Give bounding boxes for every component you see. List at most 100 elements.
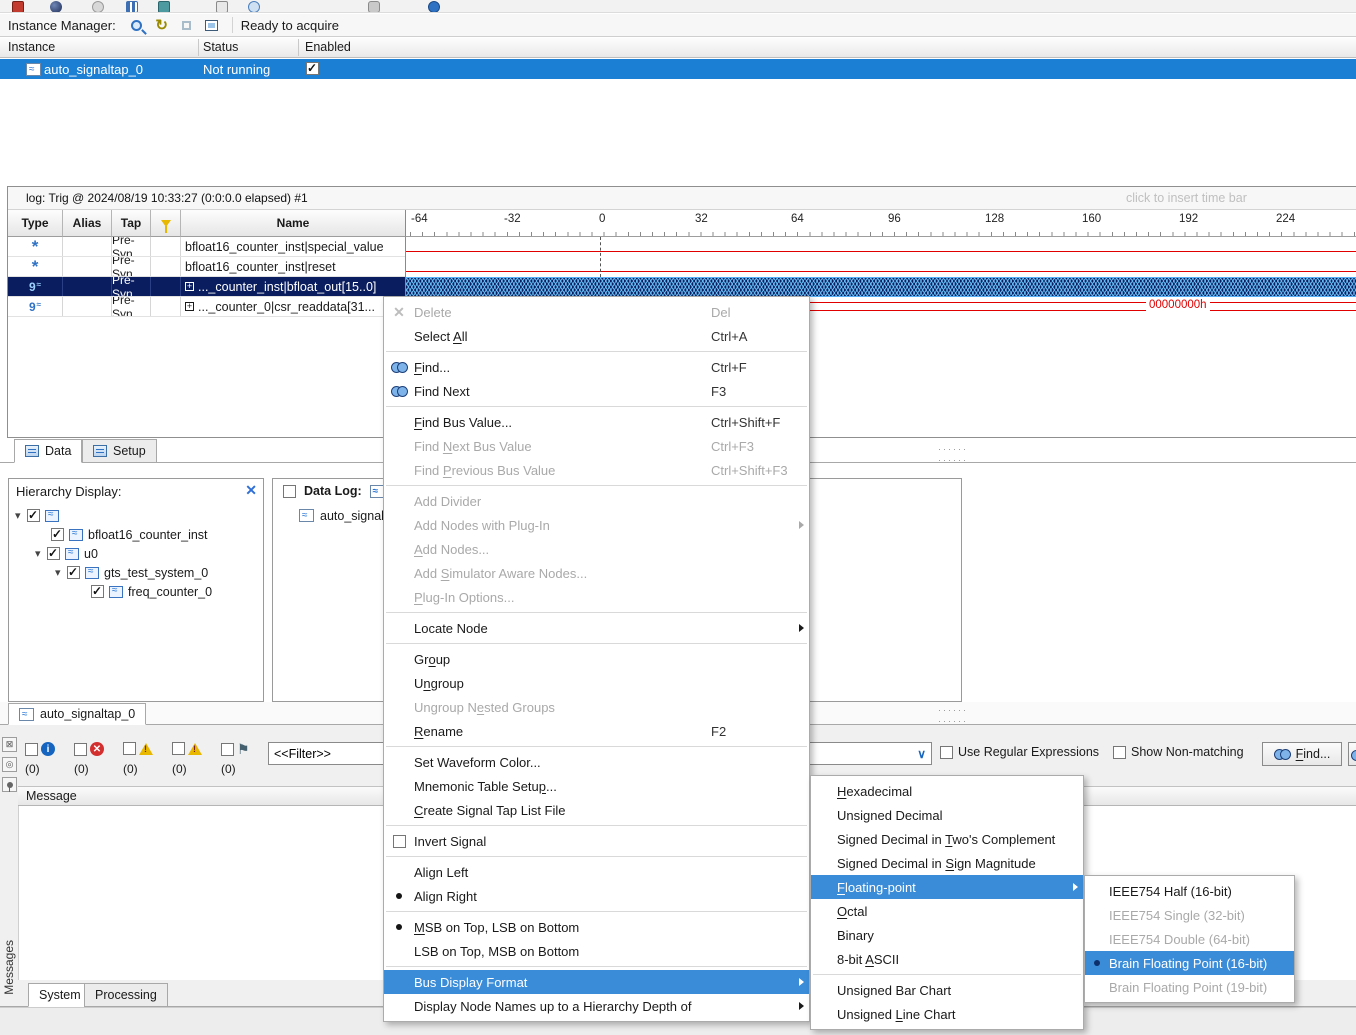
time-ruler[interactable]: -64 -32 0 32 64 96 128 160 192 224 <box>405 210 1356 237</box>
tree-node[interactable]: ▾ u0 <box>9 544 98 563</box>
node-checkbox[interactable] <box>67 566 80 579</box>
settings-icon[interactable] <box>368 1 380 13</box>
tab-system[interactable]: System <box>28 983 92 1007</box>
splitter-handle[interactable]: ······ <box>938 718 968 724</box>
close-icon[interactable]: ✕ <box>245 482 257 499</box>
tab-processing[interactable]: Processing <box>84 983 168 1007</box>
tree-node[interactable]: ▾ gts_test_system_0 <box>9 563 208 582</box>
tab-data[interactable]: Data <box>14 439 82 463</box>
globe-icon[interactable] <box>50 1 62 13</box>
critical-warning-filter-checkbox[interactable] <box>123 742 136 755</box>
signal-row[interactable]: * Pre-Syn bfloat16_counter_inst|special_… <box>8 237 405 257</box>
message-filter-input[interactable] <box>268 742 386 765</box>
warning-filter-checkbox[interactable] <box>172 742 185 755</box>
tree-node-root[interactable]: ▾ <box>9 506 64 525</box>
read-data-button[interactable] <box>201 15 223 35</box>
instance-row[interactable]: auto_signaltap_0 Not running <box>0 59 1356 79</box>
search-icon[interactable] <box>248 1 260 13</box>
menu-item-set-waveform-color[interactable]: Set Waveform Color... <box>384 750 809 774</box>
find-button[interactable]: Find... <box>1262 742 1342 766</box>
column-type[interactable]: Type <box>8 210 63 237</box>
menu-item-select-all[interactable]: Select AllCtrl+A <box>384 324 809 348</box>
menu-item-bus-display-format[interactable]: Bus Display Format <box>384 970 809 994</box>
grid-icon[interactable] <box>126 1 138 13</box>
column-tap[interactable]: Tap <box>112 210 151 237</box>
nonmatching-checkbox[interactable] <box>1113 746 1126 759</box>
menu-item-ieee754-half[interactable]: IEEE754 Half (16-bit) <box>1085 879 1294 903</box>
menu-item-create-signaltap-list-file[interactable]: Create Signal Tap List File <box>384 798 809 822</box>
new-file-icon[interactable] <box>12 1 24 13</box>
run-analysis-button[interactable] <box>126 15 148 35</box>
autorun-analysis-button[interactable]: ↻ <box>151 15 173 35</box>
filter-column-button[interactable] <box>151 210 181 237</box>
expand-icon[interactable]: + <box>185 302 194 311</box>
signal-row[interactable]: 9 Pre-Syn +..._counter_0|csr_readdata[31… <box>8 297 405 317</box>
menu-item-msb-on-top[interactable]: MSB on Top, LSB on Bottom <box>384 915 809 939</box>
menu-item-group[interactable]: Group <box>384 647 809 671</box>
flag-filter-checkbox[interactable] <box>221 743 234 756</box>
menu-item-octal[interactable]: Octal <box>811 899 1083 923</box>
collapse-arrow-icon[interactable]: ▾ <box>55 566 67 579</box>
menu-item-lsb-on-top[interactable]: LSB on Top, MSB on Bottom <box>384 939 809 963</box>
expand-icon[interactable]: + <box>185 282 194 291</box>
menu-item-signed-sign-magnitude[interactable]: Signed Decimal in Sign Magnitude <box>811 851 1083 875</box>
help-icon[interactable] <box>428 1 440 13</box>
signal-row-selected[interactable]: 9 Pre-Syn +..._counter_inst|bfloat_out[1… <box>8 277 405 297</box>
menu-item-ungroup[interactable]: Ungroup <box>384 671 809 695</box>
messages-target-button[interactable]: ◎ <box>2 757 17 772</box>
data-log-checkbox[interactable] <box>283 485 296 498</box>
find-next-button-partial[interactable] <box>1348 742 1356 766</box>
column-status[interactable]: Status <box>203 40 238 54</box>
column-enabled[interactable]: Enabled <box>305 40 351 54</box>
menu-item-display-node-names-depth[interactable]: Display Node Names up to a Hierarchy Dep… <box>384 994 809 1018</box>
instance-enabled-checkbox[interactable] <box>306 62 319 75</box>
tools-icon[interactable] <box>158 1 170 13</box>
menu-item-locate-node[interactable]: Locate Node <box>384 616 809 640</box>
menu-item-unsigned-bar-chart[interactable]: Unsigned Bar Chart <box>811 978 1083 1002</box>
node-checkbox[interactable] <box>51 528 64 541</box>
column-name[interactable]: Name <box>181 210 405 237</box>
menu-item-signed-twos-complement[interactable]: Signed Decimal in Two's Complement <box>811 827 1083 851</box>
node-checkbox[interactable] <box>91 585 104 598</box>
signal-row[interactable]: * Pre-Syn bfloat16_counter_inst|reset <box>8 257 405 277</box>
menu-item-binary[interactable]: Binary <box>811 923 1083 947</box>
window-icon[interactable] <box>216 1 228 13</box>
menu-item-find-next[interactable]: Find NextF3 <box>384 379 809 403</box>
tree-node[interactable]: bfloat16_counter_inst <box>9 525 208 544</box>
menu-item-unsigned-decimal[interactable]: Unsigned Decimal <box>811 803 1083 827</box>
invert-signal-checkbox[interactable] <box>393 835 406 848</box>
collapse-arrow-icon[interactable]: ▾ <box>35 547 47 560</box>
menu-item-mnemonic-table-setup[interactable]: Mnemonic Table Setup... <box>384 774 809 798</box>
collapse-arrow-icon[interactable]: ▾ <box>15 509 27 522</box>
report-icon[interactable] <box>92 1 104 13</box>
regex-checkbox[interactable] <box>940 746 953 759</box>
menu-item-align-right[interactable]: Align Right <box>384 884 809 908</box>
menu-item-brain-float-16[interactable]: Brain Floating Point (16-bit) <box>1085 951 1294 975</box>
menu-item-unsigned-line-chart[interactable]: Unsigned Line Chart <box>811 1002 1083 1026</box>
messages-detach-button[interactable]: ⊠ <box>2 737 17 752</box>
splitter-handle[interactable]: ······ <box>938 707 968 713</box>
node-checkbox[interactable] <box>27 509 40 522</box>
splitter-handle[interactable]: ······ <box>938 457 968 463</box>
menu-item-rename[interactable]: RenameF2 <box>384 719 809 743</box>
tab-auto-signaltap[interactable]: auto_signaltap_0 <box>8 703 146 725</box>
column-instance[interactable]: Instance <box>8 40 55 54</box>
tab-setup[interactable]: Setup <box>82 439 157 463</box>
error-filter-checkbox[interactable] <box>74 743 87 756</box>
info-filter-checkbox[interactable] <box>25 743 38 756</box>
regex-option[interactable]: Use Regular Expressions <box>940 745 1099 759</box>
menu-item-find-bus-value[interactable]: Find Bus Value...Ctrl+Shift+F <box>384 410 809 434</box>
timebar-hint[interactable]: click to insert time bar <box>1126 191 1247 205</box>
messages-pin-button[interactable] <box>2 777 17 792</box>
menu-item-floating-point[interactable]: Floating-point <box>811 875 1083 899</box>
splitter-handle[interactable]: ······ <box>938 446 968 452</box>
menu-item-align-left[interactable]: Align Left <box>384 860 809 884</box>
nonmatching-option[interactable]: Show Non-matching <box>1113 745 1244 759</box>
menu-item-hexadecimal[interactable]: Hexadecimal <box>811 779 1083 803</box>
menu-item-8bit-ascii[interactable]: 8-bit ASCII <box>811 947 1083 971</box>
column-alias[interactable]: Alias <box>63 210 112 237</box>
node-checkbox[interactable] <box>47 547 60 560</box>
menu-item-invert-signal[interactable]: Invert Signal <box>384 829 809 853</box>
tree-node[interactable]: freq_counter_0 <box>9 582 212 601</box>
menu-item-find[interactable]: Find...Ctrl+F <box>384 355 809 379</box>
